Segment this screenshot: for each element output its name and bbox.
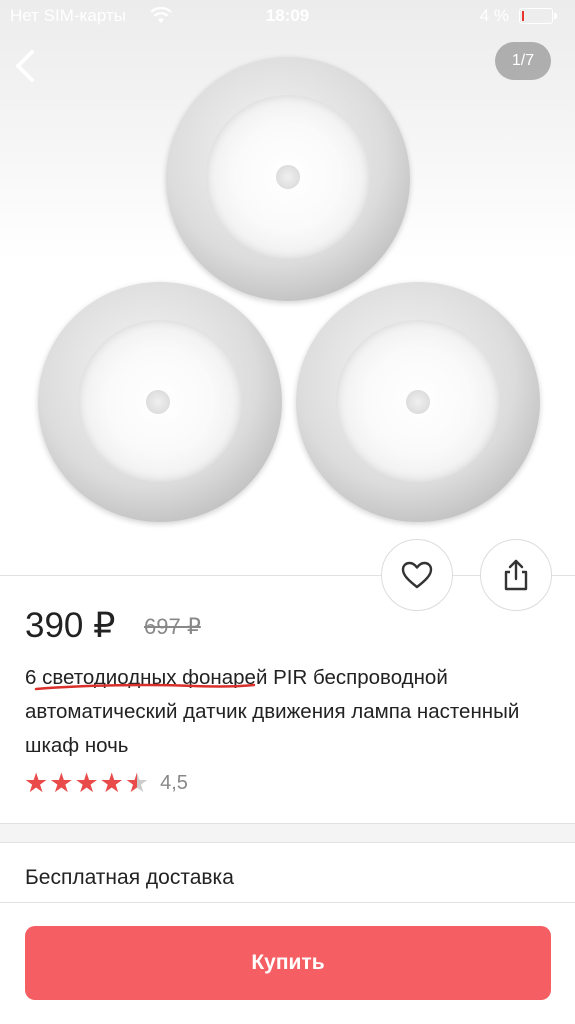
divider [0,902,575,903]
status-bar: Нет SIM-карты 18:09 4 % [0,0,575,34]
rating-value: 4,5 [160,771,188,794]
chevron-left-icon [16,50,34,82]
handwritten-underline [34,683,256,691]
gallery-page-indicator: 1/7 [495,42,551,80]
star-icon: ★ [49,767,74,798]
product-photo-lamp [38,282,282,522]
product-image-gallery[interactable] [0,0,575,575]
buy-button[interactable]: Купить [25,926,551,1000]
product-old-price: 697 ₽ [144,614,201,639]
battery-percent: 4 % [479,6,509,25]
back-button[interactable] [8,44,44,88]
heart-icon [401,561,433,589]
star-icon: ★ [74,767,99,798]
product-photo-lamp [296,282,540,522]
product-rating: ★ ★ ★ ★ ★ 4,5 [24,768,188,798]
product-photo-lamp [166,57,410,301]
share-button[interactable] [480,539,552,611]
product-title: 6 светодиодных фонарей PIR беспроводной … [25,666,520,757]
star-icon: ★ [99,767,124,798]
favorite-button[interactable] [381,539,453,611]
battery-icon [519,8,557,24]
star-icon: ★ [24,767,49,798]
half-star-icon: ★ [124,767,150,798]
product-price: 390 ₽ [25,606,116,645]
share-icon [504,559,528,591]
section-separator [0,823,575,843]
delivery-info[interactable]: Бесплатная доставка [25,866,234,890]
